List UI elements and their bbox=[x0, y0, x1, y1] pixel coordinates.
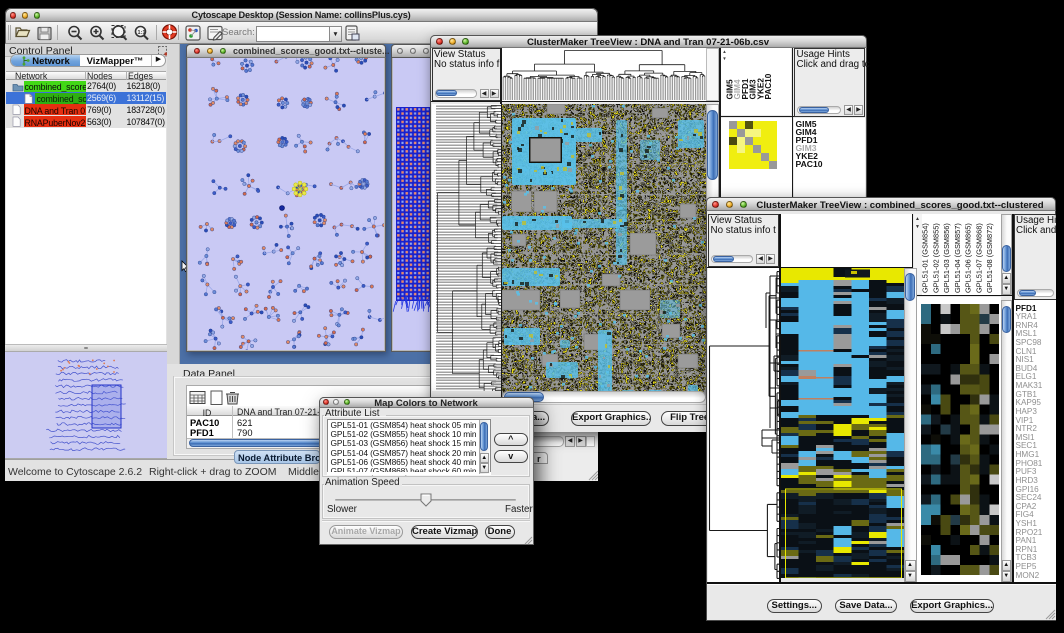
svg-text:GPL51-06 (GSM865): GPL51-06 (GSM865) bbox=[963, 223, 972, 293]
svg-text:GPL51-02 (GSM855): GPL51-02 (GSM855) bbox=[931, 223, 940, 293]
svg-text:GPL51-08 (GSM872): GPL51-08 (GSM872) bbox=[985, 223, 994, 293]
svg-text:PAC10: PAC10 bbox=[764, 73, 773, 99]
svg-text:GPL51-03 (GSM856): GPL51-03 (GSM856) bbox=[942, 223, 951, 293]
svg-text:1:1: 1:1 bbox=[138, 30, 146, 36]
svg-text:GPL51-07 (GSM868): GPL51-07 (GSM868) bbox=[974, 223, 983, 293]
svg-text:GPL51-01 (GSM854): GPL51-01 (GSM854) bbox=[922, 223, 930, 293]
svg-text:GPL51-04 (GSM857): GPL51-04 (GSM857) bbox=[952, 223, 961, 293]
